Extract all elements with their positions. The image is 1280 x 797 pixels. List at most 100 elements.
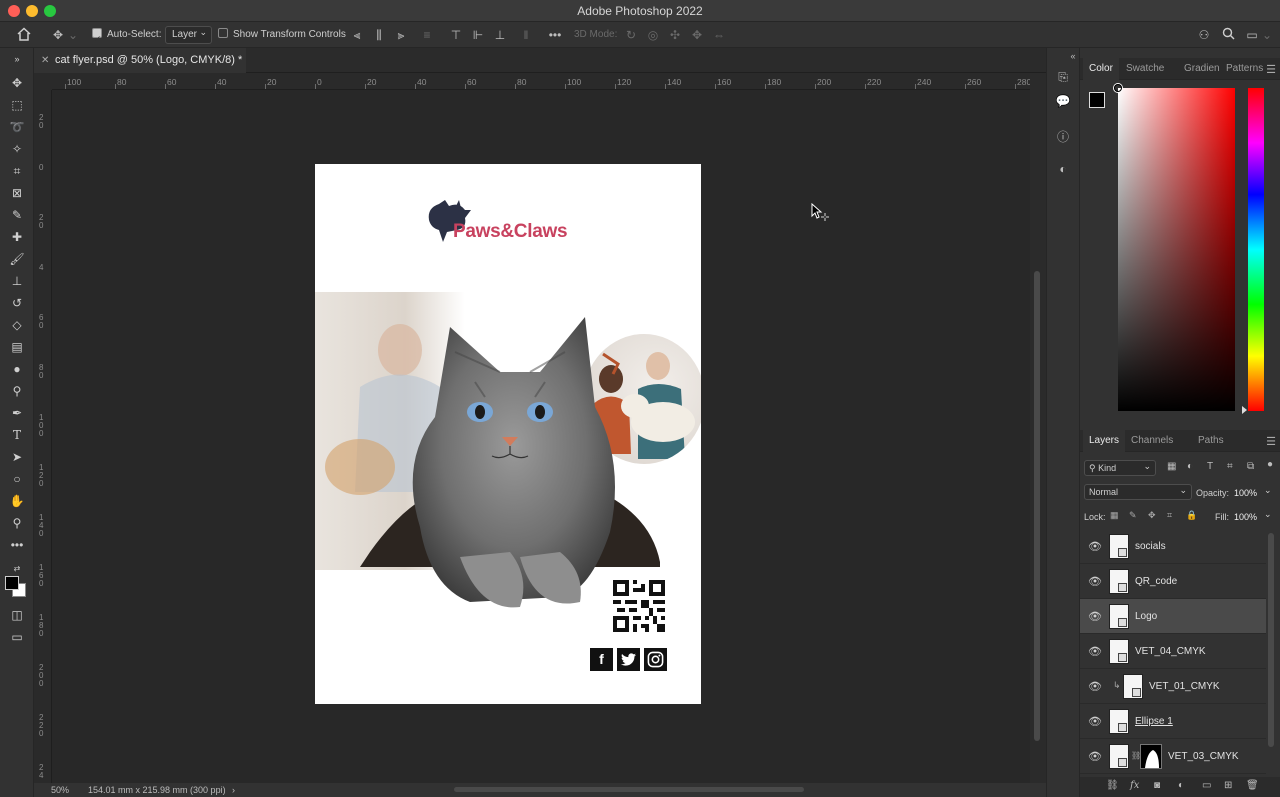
chevron-down-icon[interactable]: ⌄ xyxy=(1264,485,1272,496)
comments-panel-icon[interactable]: 💬 xyxy=(1055,94,1071,110)
3d-pan-icon[interactable]: ✣ xyxy=(667,27,683,43)
crop-tool-icon[interactable]: ⌗ xyxy=(7,162,27,180)
workspace-icon[interactable]: ▭ xyxy=(1244,27,1260,43)
horizontal-scroll-thumb[interactable] xyxy=(454,787,804,792)
new-adjustment-layer-icon[interactable]: ◐ xyxy=(1178,780,1184,791)
3d-slide-icon[interactable]: ✥ xyxy=(689,27,705,43)
path-selection-tool-icon[interactable]: ➤ xyxy=(7,448,27,466)
eye-icon[interactable]: 👁 xyxy=(1088,645,1102,658)
layer-mask-thumbnail[interactable] xyxy=(1140,744,1162,769)
tab-gradients[interactable]: Gradien xyxy=(1184,58,1220,80)
lasso-tool-icon[interactable]: ➰ xyxy=(7,118,27,136)
tab-paths[interactable]: Paths xyxy=(1198,430,1224,452)
align-center-icon[interactable]: ⫼ xyxy=(371,27,387,43)
lock-position-icon[interactable]: ✥ xyxy=(1148,510,1156,521)
color-picker-field[interactable] xyxy=(1114,84,1235,411)
vertical-scrollbar[interactable] xyxy=(1030,73,1046,783)
vertical-scroll-thumb[interactable] xyxy=(1034,271,1040,741)
layer-row[interactable]: 👁 ↳ VET_01_CMYK xyxy=(1080,669,1266,704)
color-picker-handle[interactable] xyxy=(1114,84,1122,92)
share-icon[interactable]: ⚇ xyxy=(1196,27,1212,43)
move-tool-icon[interactable]: ✥ xyxy=(7,74,27,92)
canvas-area[interactable]: Paws&Claws f xyxy=(52,90,1030,783)
checkbox-checked-icon[interactable] xyxy=(92,26,102,52)
layer-style-icon[interactable]: fx xyxy=(1130,780,1139,791)
chevron-right-icon[interactable]: › xyxy=(232,783,235,797)
align-left-icon[interactable]: ⫷ xyxy=(349,27,365,43)
info-panel-icon[interactable]: ⓘ xyxy=(1055,128,1071,144)
layer-row[interactable]: 👁 QR_code xyxy=(1080,564,1266,599)
filter-toggle-icon[interactable]: ● xyxy=(1267,459,1273,470)
distribute-icon[interactable]: ≡ xyxy=(419,27,435,43)
layer-row-selected[interactable]: 👁 Logo xyxy=(1080,599,1266,634)
stamp-tool-icon[interactable]: ⊥ xyxy=(7,272,27,290)
checkbox-unchecked-icon[interactable] xyxy=(218,28,228,39)
eyedropper-tool-icon[interactable]: ✎ xyxy=(7,206,27,224)
document-tab[interactable]: ✕ cat flyer.psd @ 50% (Logo, CMYK/8) * xyxy=(34,48,246,73)
link-layers-icon[interactable]: ⛓ xyxy=(1106,780,1119,791)
close-tab-icon[interactable]: ✕ xyxy=(41,48,49,73)
tab-patterns[interactable]: Patterns xyxy=(1226,58,1263,80)
screen-mode-icon[interactable]: ▭ xyxy=(7,628,27,646)
layer-row[interactable]: 👁 VET_04_CMYK xyxy=(1080,634,1266,669)
more-tools-icon[interactable]: ••• xyxy=(7,536,27,554)
document-canvas[interactable]: Paws&Claws f xyxy=(315,164,701,704)
align-middle-icon[interactable]: ⊩ xyxy=(470,27,486,43)
align-top-icon[interactable]: ⊤ xyxy=(448,27,464,43)
lock-artboard-icon[interactable]: ⌗ xyxy=(1167,510,1172,521)
search-icon[interactable] xyxy=(1220,27,1236,43)
auto-select-checkbox[interactable]: Auto-Select: xyxy=(92,22,161,52)
pen-tool-icon[interactable]: ✒ xyxy=(7,404,27,422)
healing-brush-tool-icon[interactable]: ✚ xyxy=(7,228,27,246)
layer-dropdown-value[interactable]: Layer xyxy=(165,24,213,44)
delete-layer-icon[interactable]: 🗑 xyxy=(1246,780,1259,791)
gradient-tool-icon[interactable]: ▤ xyxy=(7,338,27,356)
layers-scroll-thumb[interactable] xyxy=(1268,533,1274,747)
dodge-tool-icon[interactable]: ⚲ xyxy=(7,382,27,400)
chevron-down-icon[interactable]: ⌄ xyxy=(1264,509,1272,520)
filter-shape-icon[interactable]: ⌗ xyxy=(1227,461,1233,472)
add-mask-icon[interactable]: ◙ xyxy=(1154,780,1160,791)
new-layer-icon[interactable]: ⊞ xyxy=(1224,780,1232,791)
ellipse-tool-icon[interactable]: ○ xyxy=(7,470,27,488)
marquee-tool-icon[interactable]: ⬚ xyxy=(7,96,27,114)
history-brush-tool-icon[interactable]: ↺ xyxy=(7,294,27,312)
filter-adjustment-icon[interactable]: ◐ xyxy=(1187,461,1193,472)
chevron-down-icon[interactable]: ⌄ xyxy=(1262,27,1272,43)
type-tool-icon[interactable]: T xyxy=(7,426,27,444)
history-panel-icon[interactable]: ⎘ xyxy=(1055,70,1071,86)
new-group-icon[interactable]: ▭ xyxy=(1202,780,1211,791)
foreground-color-swatch[interactable] xyxy=(5,576,19,590)
blend-mode-dropdown[interactable]: Normal ⌄ xyxy=(1084,484,1192,500)
opacity-value[interactable]: 100% xyxy=(1234,488,1257,498)
brush-tool-icon[interactable]: 🖌 xyxy=(7,250,27,268)
eraser-tool-icon[interactable]: ◇ xyxy=(7,316,27,334)
vertical-ruler[interactable]: 2 0 0 2 0 4 6 0 8 0 1 0 0 1 2 0 1 4 0 1 6 0 1 8 0 2… xyxy=(34,90,52,783)
layer-row[interactable]: 👁 ⛓ VET_03_CMYK xyxy=(1080,739,1266,774)
move-tool-icon[interactable]: ✥ xyxy=(50,27,66,43)
show-transform-checkbox[interactable]: Show Transform Controls xyxy=(218,22,346,48)
layer-row[interactable]: 👁 Ellipse 1 xyxy=(1080,704,1266,739)
frame-tool-icon[interactable]: ⊠ xyxy=(7,184,27,202)
eye-icon[interactable]: 👁 xyxy=(1088,575,1102,588)
eye-icon[interactable]: 👁 xyxy=(1088,680,1102,693)
layer-row[interactable]: 👁 socials xyxy=(1080,529,1266,564)
eye-icon[interactable]: 👁 xyxy=(1088,610,1102,623)
panel-menu-icon[interactable]: ☰ xyxy=(1266,435,1276,448)
zoom-level[interactable]: 50% xyxy=(51,783,69,797)
filter-type-icon[interactable]: T xyxy=(1207,461,1213,472)
3d-rotate-icon[interactable]: ↻ xyxy=(623,27,639,43)
lock-image-icon[interactable]: ✎ xyxy=(1129,510,1137,521)
magic-wand-tool-icon[interactable]: ✧ xyxy=(7,140,27,158)
hand-tool-icon[interactable]: ✋ xyxy=(7,492,27,510)
tab-layers[interactable]: Layers xyxy=(1083,430,1126,452)
blur-tool-icon[interactable]: ● xyxy=(7,360,27,378)
collapse-icon[interactable]: » xyxy=(7,50,27,68)
hue-slider-handle[interactable] xyxy=(1242,406,1247,414)
adjustments-panel-icon[interactable]: ◐ xyxy=(1055,162,1071,178)
quick-mask-icon[interactable]: ◫ xyxy=(7,606,27,624)
ruler-origin[interactable] xyxy=(34,73,52,90)
filter-smart-object-icon[interactable]: ⧉ xyxy=(1247,461,1254,472)
filter-pixel-icon[interactable]: ▦ xyxy=(1167,461,1176,472)
zoom-tool-icon[interactable]: ⚲ xyxy=(7,514,27,532)
